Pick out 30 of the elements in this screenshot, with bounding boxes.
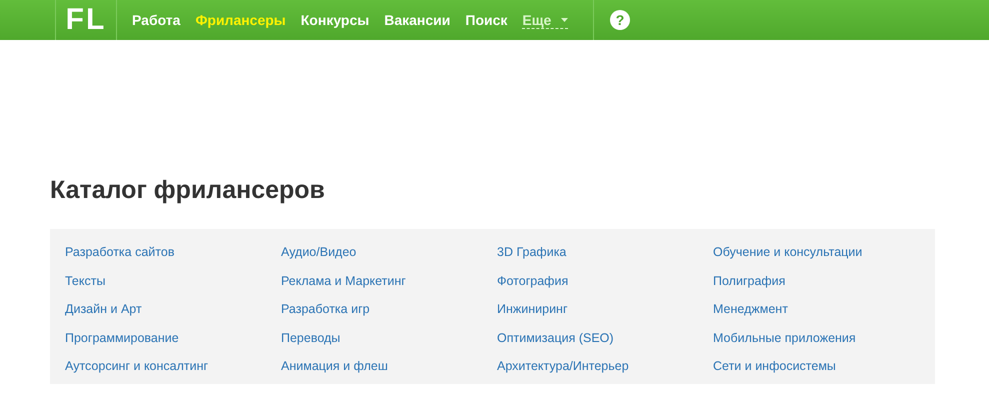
help-button[interactable]: ?	[610, 10, 630, 30]
category-link[interactable]: Аудио/Видео	[281, 237, 497, 266]
category-link[interactable]: Архитектура/Интерьер	[497, 351, 713, 380]
category-link[interactable]: Программирование	[65, 322, 281, 351]
category-link[interactable]: Обучение и консультации	[713, 237, 929, 266]
caret-icon	[561, 18, 568, 22]
nav-link[interactable]: Фрилансеры	[195, 12, 286, 28]
category-link[interactable]: Разработка сайтов	[65, 237, 281, 266]
nav-link[interactable]: Поиск	[465, 12, 508, 28]
nav-link[interactable]: Вакансии	[384, 12, 450, 28]
nav-link[interactable]: Работа	[132, 12, 180, 28]
category-link[interactable]: Инжиниринг	[497, 294, 713, 322]
category-link[interactable]: Полиграфия	[713, 266, 929, 294]
more-menu[interactable]: Еще	[522, 12, 568, 28]
category-link[interactable]: Переводы	[281, 322, 497, 351]
category-link[interactable]: Тексты	[65, 266, 281, 294]
nav-link[interactable]: Конкурсы	[300, 12, 370, 28]
logo[interactable]: FL	[55, 0, 117, 40]
category-link[interactable]: Оптимизация (SEO)	[497, 322, 713, 351]
category-link[interactable]: Фотография	[497, 266, 713, 294]
category-link[interactable]: Анимация и флеш	[281, 351, 497, 380]
category-link[interactable]: Сети и инфосистемы	[713, 351, 929, 380]
page-title: Каталог фрилансеров	[50, 176, 326, 205]
category-link[interactable]: 3D Графика	[497, 237, 713, 266]
category-link[interactable]: Менеджмент	[713, 294, 929, 322]
category-link[interactable]: Реклама и Маркетинг	[281, 266, 497, 294]
category-link[interactable]: Мобильные приложения	[713, 322, 929, 351]
category-link[interactable]: Аутсорсинг и консалтинг	[65, 351, 281, 380]
category-link[interactable]: Дизайн и Арт	[65, 294, 281, 322]
category-link[interactable]: Разработка игр	[281, 294, 497, 322]
